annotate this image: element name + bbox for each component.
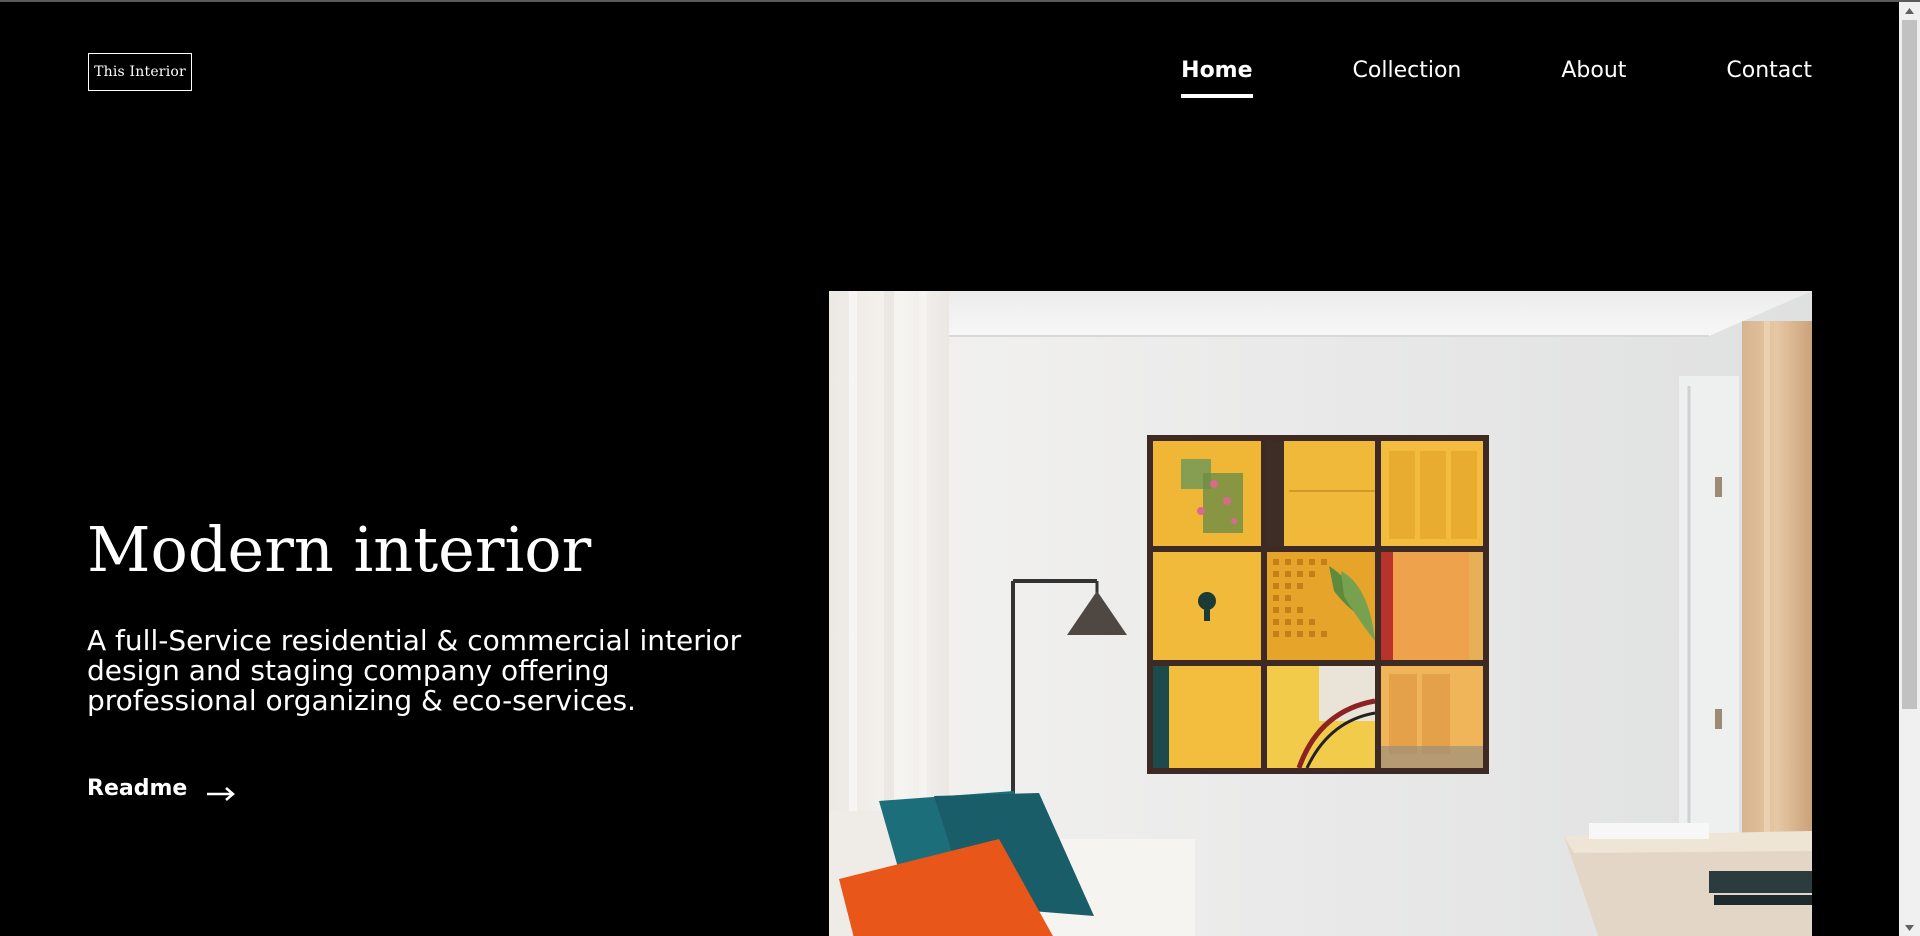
scroll-thumb[interactable]: [1902, 20, 1917, 709]
readme-link[interactable]: Readme: [87, 776, 236, 801]
hero-description: A full-Service residential & commercial …: [87, 624, 742, 717]
scroll-down-icon[interactable]: [1899, 919, 1920, 936]
scrollbar[interactable]: [1899, 2, 1920, 936]
logo-text: This Interior: [94, 64, 186, 80]
arrow-right-icon: [207, 782, 236, 801]
nav-item-contact[interactable]: Contact: [1726, 58, 1812, 98]
page: This Interior Home Collection About Cont…: [0, 2, 1899, 936]
hero-image: [829, 291, 1812, 936]
readme-label: Readme: [87, 776, 188, 801]
hero-title: Modern interior: [87, 513, 592, 586]
nav-item-about[interactable]: About: [1561, 58, 1626, 98]
scroll-up-icon[interactable]: [1899, 2, 1920, 19]
nav-item-home[interactable]: Home: [1181, 58, 1253, 98]
logo[interactable]: This Interior: [88, 53, 192, 91]
nav-item-collection[interactable]: Collection: [1353, 58, 1462, 98]
main-nav: Home Collection About Contact: [1181, 58, 1812, 98]
